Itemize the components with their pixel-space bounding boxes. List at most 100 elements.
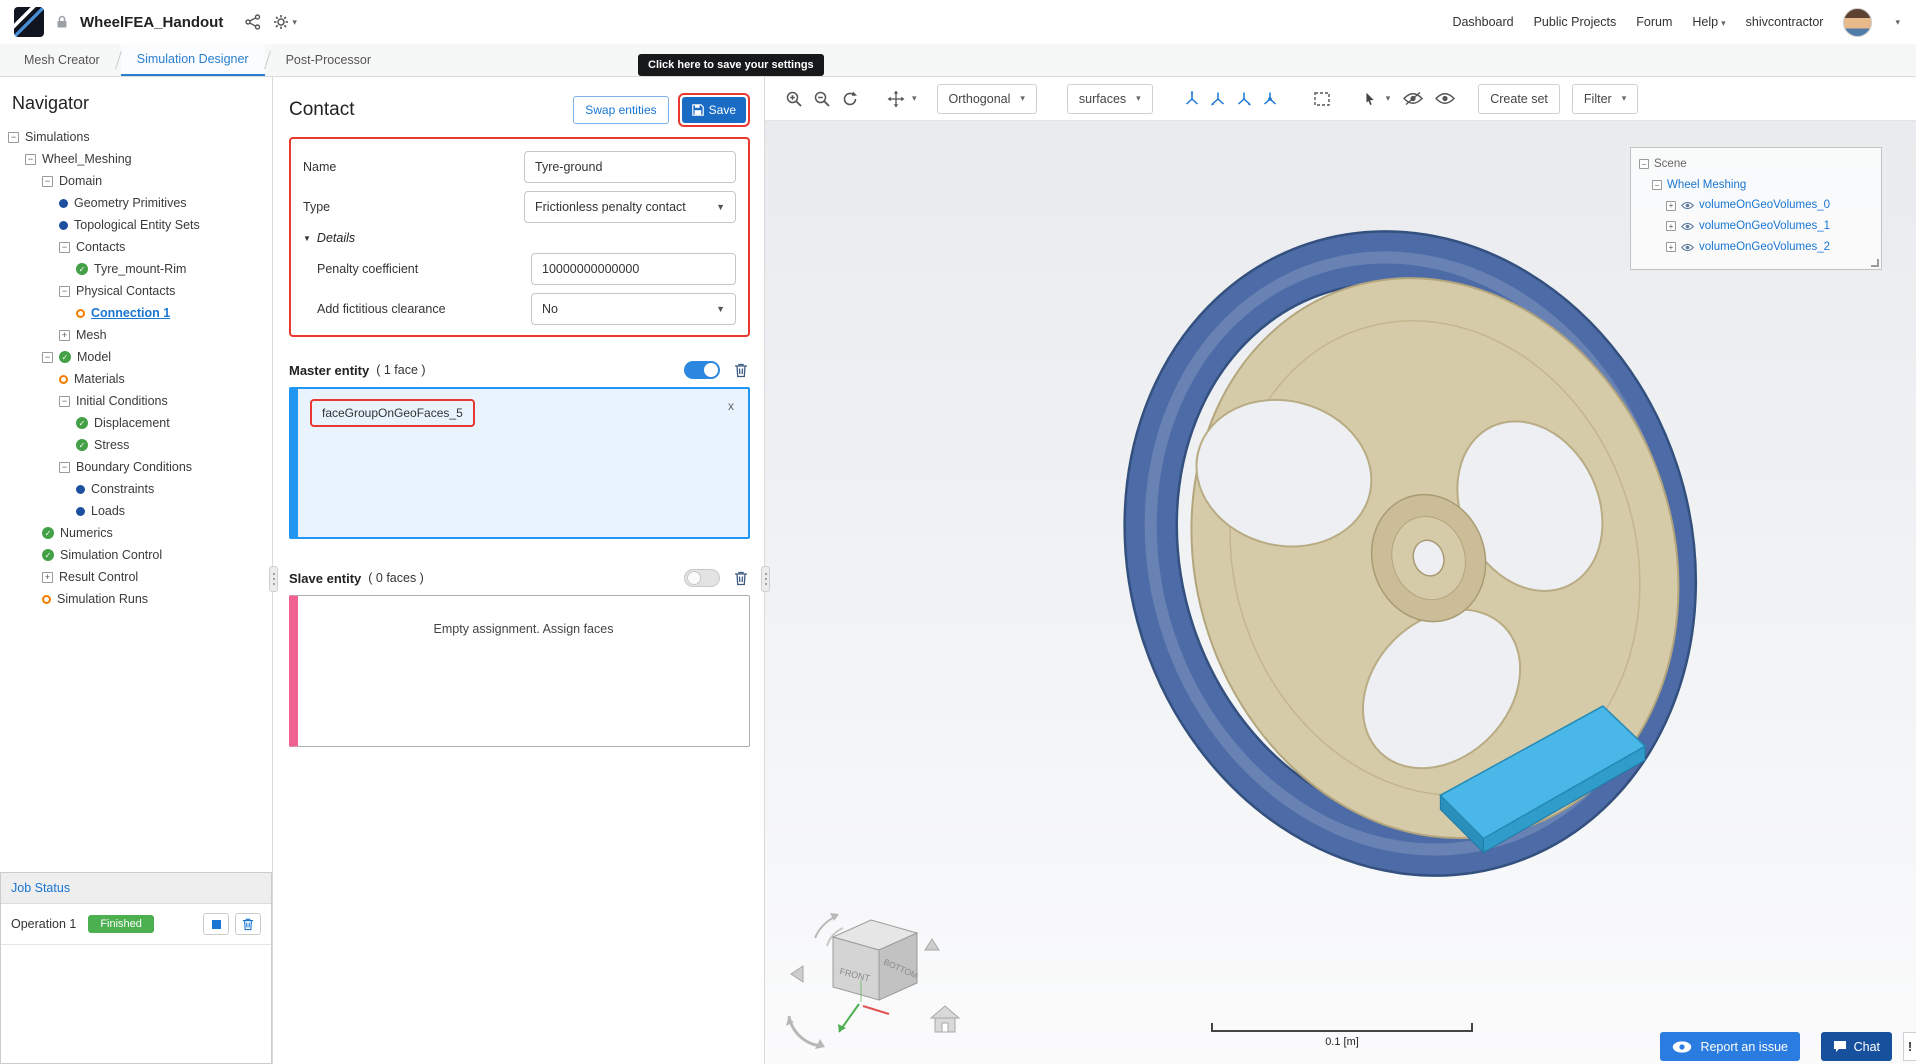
nav-help[interactable]: Help ▾ [1692, 15, 1725, 29]
viewport-canvas[interactable]: − Scene − Wheel Meshing + volumeOnGeoVolu… [765, 121, 1916, 1064]
app-logo[interactable] [14, 7, 44, 37]
collapse-icon[interactable]: − [59, 395, 70, 407]
view-isometric-icon[interactable] [1257, 86, 1283, 112]
projection-dropdown[interactable]: Orthogonal ▾ [936, 83, 1037, 114]
tree-item-mesh[interactable]: + Mesh [0, 324, 272, 346]
tab-simulation-designer[interactable]: Simulation Designer [120, 44, 265, 76]
select-cursor-icon[interactable] [1357, 86, 1383, 112]
collapse-icon[interactable]: − [1652, 180, 1662, 191]
view-axis-z-icon[interactable] [1231, 86, 1257, 112]
username[interactable]: shivcontractor [1746, 15, 1824, 29]
settings-gear-icon[interactable]: ▾ [273, 14, 297, 30]
penalty-coefficient-input[interactable] [531, 253, 736, 285]
report-issue-button[interactable]: Report an issue [1660, 1032, 1800, 1061]
share-icon[interactable] [245, 14, 261, 30]
tree-item-simulations[interactable]: − Simulations [0, 126, 272, 148]
tree-item-model[interactable]: − ✓ Model [0, 346, 272, 368]
panel-title: Contact [289, 99, 355, 120]
tree-item-numerics[interactable]: ✓ Numerics [0, 522, 272, 544]
tab-post-processor[interactable]: Post-Processor [270, 44, 387, 76]
collapse-icon[interactable]: − [25, 153, 36, 165]
slave-assignment-box[interactable]: Empty assignment. Assign faces [289, 595, 750, 747]
collapse-icon[interactable]: − [59, 461, 70, 473]
details-toggle[interactable]: ▼ Details [303, 231, 736, 245]
notification-sliver[interactable]: ! [1903, 1032, 1916, 1061]
view-axis-x-icon[interactable] [1179, 86, 1205, 112]
master-entity-toggle[interactable] [684, 361, 720, 379]
box-select-icon[interactable] [1309, 86, 1335, 112]
remove-assignment-button[interactable]: x [728, 399, 734, 413]
scene-group-item[interactable]: − Wheel Meshing [1639, 175, 1873, 196]
collapse-icon[interactable]: − [42, 175, 53, 187]
swap-entities-button[interactable]: Swap entities [573, 96, 669, 124]
tree-item-stress[interactable]: ✓ Stress [0, 434, 272, 456]
tree-item-topological-entity-sets[interactable]: Topological Entity Sets [0, 214, 272, 236]
tree-item-initial-conditions[interactable]: − Initial Conditions [0, 390, 272, 412]
save-button[interactable]: Save [681, 97, 746, 123]
scene-volume-item[interactable]: + volumeOnGeoVolumes_1 [1639, 216, 1873, 237]
panel-splitter-handle[interactable] [761, 566, 770, 592]
chevron-down-icon[interactable]: ▾ [1895, 17, 1900, 28]
chevron-down-icon[interactable]: ▾ [912, 93, 917, 104]
tree-item-loads[interactable]: Loads [0, 500, 272, 522]
expand-icon[interactable]: + [59, 329, 70, 341]
tree-item-geometry-primitives[interactable]: Geometry Primitives [0, 192, 272, 214]
navigation-cube[interactable]: FRONT BOTTOM [775, 900, 985, 1060]
master-assignment-box[interactable]: faceGroupOnGeoFaces_5 x [289, 387, 750, 539]
tab-mesh-creator[interactable]: Mesh Creator [8, 44, 116, 76]
slave-clear-button[interactable] [734, 570, 748, 586]
resize-handle[interactable] [1871, 259, 1879, 268]
master-clear-button[interactable] [734, 362, 748, 378]
show-all-icon[interactable] [1432, 86, 1458, 112]
panel-splitter-handle[interactable] [269, 566, 278, 592]
tree-item-connection-1[interactable]: Connection 1 [0, 302, 272, 324]
avatar[interactable] [1843, 7, 1873, 37]
scene-volume-item[interactable]: + volumeOnGeoVolumes_0 [1639, 195, 1873, 216]
delete-operation-button[interactable] [235, 913, 261, 935]
type-select[interactable]: Frictionless penalty contact ▼ [524, 191, 736, 223]
tree-item-materials[interactable]: Materials [0, 368, 272, 390]
zoom-in-icon[interactable] [781, 86, 807, 112]
master-face-group-chip[interactable]: faceGroupOnGeoFaces_5 [310, 399, 475, 427]
tree-item-simulation-control[interactable]: ✓ Simulation Control [0, 544, 272, 566]
expand-icon[interactable]: + [1666, 200, 1676, 211]
expand-icon[interactable]: + [1666, 221, 1676, 232]
nav-dashboard[interactable]: Dashboard [1452, 15, 1513, 29]
refresh-view-icon[interactable] [837, 86, 863, 112]
name-input[interactable] [524, 151, 736, 183]
tree-item-simulation-runs[interactable]: Simulation Runs [0, 588, 272, 610]
tree-item-result-control[interactable]: + Result Control [0, 566, 272, 588]
tree-item-constraints[interactable]: Constraints [0, 478, 272, 500]
slave-entity-toggle[interactable] [684, 569, 720, 587]
view-axis-y-icon[interactable] [1205, 86, 1231, 112]
expand-icon[interactable]: + [1666, 242, 1676, 253]
collapse-icon[interactable]: − [59, 285, 70, 297]
collapse-icon[interactable]: − [42, 351, 53, 363]
nav-public-projects[interactable]: Public Projects [1534, 15, 1617, 29]
collapse-icon[interactable]: − [1639, 159, 1649, 170]
scene-volume-item[interactable]: + volumeOnGeoVolumes_2 [1639, 237, 1873, 258]
fictitious-clearance-select[interactable]: No ▼ [531, 293, 736, 325]
nav-forum[interactable]: Forum [1636, 15, 1672, 29]
tree-item-tyre-mount-rim[interactable]: ✓ Tyre_mount-Rim [0, 258, 272, 280]
collapse-icon[interactable]: − [8, 131, 19, 143]
expand-icon[interactable]: + [42, 571, 53, 583]
tree-item-boundary-conditions[interactable]: − Boundary Conditions [0, 456, 272, 478]
tree-item-wheel-meshing[interactable]: − Wheel_Meshing [0, 148, 272, 170]
fictitious-clearance-label: Add fictitious clearance [317, 302, 446, 316]
chat-button[interactable]: Chat [1820, 1032, 1892, 1061]
zoom-out-icon[interactable] [809, 86, 835, 112]
create-set-button[interactable]: Create set [1478, 83, 1560, 114]
tree-item-contacts[interactable]: − Contacts [0, 236, 272, 258]
tree-item-domain[interactable]: − Domain [0, 170, 272, 192]
chevron-down-icon[interactable]: ▾ [1386, 93, 1391, 104]
scene-root-item[interactable]: − Scene [1639, 154, 1873, 175]
tree-item-displacement[interactable]: ✓ Displacement [0, 412, 272, 434]
tree-item-physical-contacts[interactable]: − Physical Contacts [0, 280, 272, 302]
render-mode-dropdown[interactable]: surfaces ▾ [1066, 83, 1153, 114]
filter-dropdown[interactable]: Filter ▾ [1571, 83, 1639, 114]
hide-selection-icon[interactable] [1400, 86, 1426, 112]
stop-operation-button[interactable] [203, 913, 229, 935]
pan-move-icon[interactable] [883, 86, 909, 112]
collapse-icon[interactable]: − [59, 241, 70, 253]
